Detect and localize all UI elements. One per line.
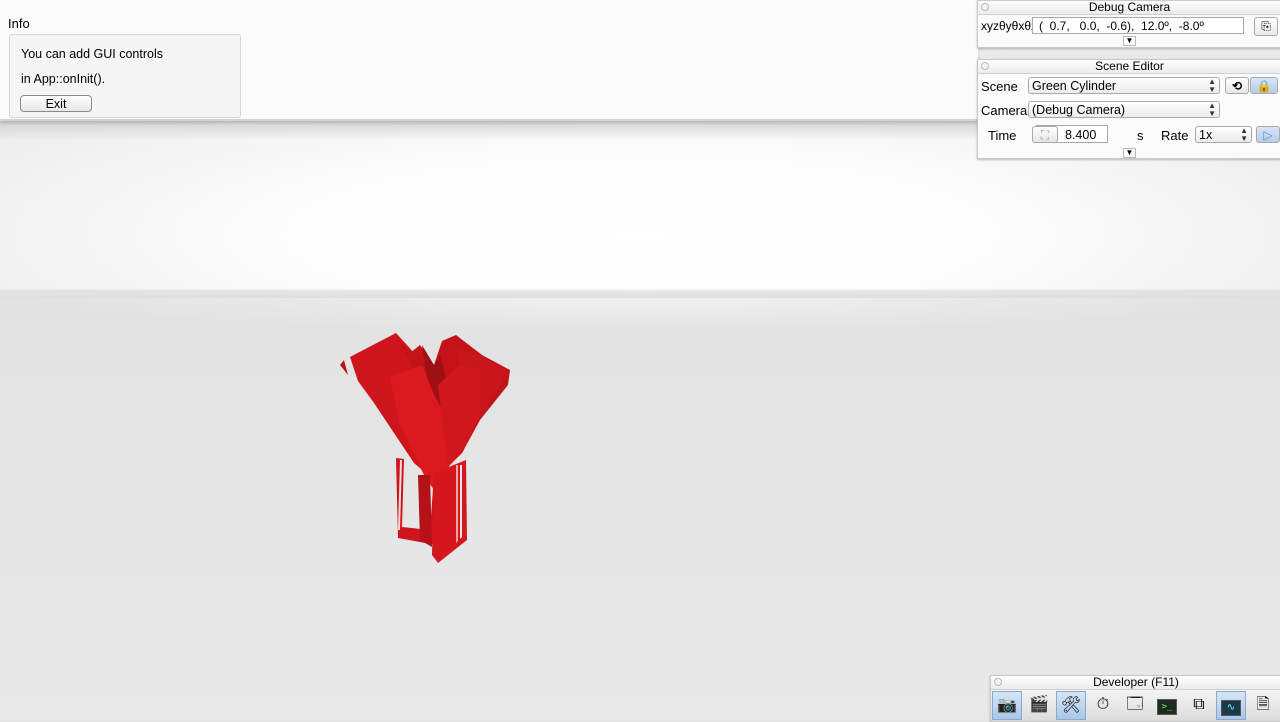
expand-arrow-icon[interactable]: ▼ [1123,148,1136,158]
console-icon: >_ [1157,699,1177,715]
scene-dropdown[interactable]: Green Cylinder ▲ ▼ [1028,77,1220,94]
camera-dropdown[interactable]: (Debug Camera) ▲ ▼ [1028,101,1220,118]
ground-plane [0,290,1280,720]
info-panel: Info You can add GUI controls in App::on… [0,0,978,121]
camera-label: Camera [981,103,1028,118]
wrench-screwdriver-icon: 🛠 [1060,697,1082,714]
scene-value: Green Cylinder [1032,79,1117,93]
link-icon: ⎘ [1261,19,1271,33]
info-text-line-1: You can add GUI controls [21,47,163,61]
document-icon: 🗎 [1256,696,1270,713]
rate-value: 1x [1199,128,1213,142]
info-title: Info [8,16,30,31]
red-cylinder-model [340,333,510,563]
rate-label: Rate [1161,128,1189,143]
play-button[interactable]: ▷ [1256,126,1280,143]
xyz-angle-label: xyzθyθxθz [981,19,1038,33]
dropdown-arrows-icon: ▲ ▼ [1208,101,1216,118]
film-icon: ⛶ [1040,128,1050,142]
lock-scene-button[interactable]: 🔒 [1250,77,1278,94]
play-icon: ▷ [1263,128,1273,142]
developer-panel: Developer (F11) 📷 🎬 🛠 ⏱ 🗔 >_ ⧉ ∿ 🗎 [990,675,1280,722]
dropdown-arrows-icon: ▲ ▼ [1240,126,1248,143]
reload-icon: ⟲ [1231,79,1243,93]
close-icon[interactable] [981,3,989,11]
scene-label: Scene [981,79,1018,94]
profiler-icon: ∿ [1221,700,1241,716]
scene-graph-tool-button[interactable]: ⧉ [1184,691,1214,720]
new-window-tool-button[interactable]: 🗔 [1120,691,1150,720]
info-box: You can add GUI controls in App::onInit(… [9,34,241,118]
dropdown-arrows-icon: ▲ ▼ [1208,77,1216,94]
scene-editor-title: Scene Editor [978,60,1280,74]
movie-tool-button[interactable]: 🎬 [1024,691,1054,720]
scene-editor-tool-button[interactable]: 🛠 [1056,691,1086,720]
lock-icon: 🔒 [1256,79,1272,93]
stopwatch-icon: ⏱ [1096,696,1110,713]
profiler-tool-button[interactable]: ∿ [1216,691,1246,720]
time-step-button[interactable]: ⛶ [1032,126,1058,143]
time-label: Time [988,128,1017,143]
camera-value: (Debug Camera) [1032,103,1126,117]
scene-graph-icon: ⧉ [1193,696,1205,713]
timer-tool-button[interactable]: ⏱ [1088,691,1118,720]
close-icon[interactable] [994,678,1002,686]
expand-arrow-icon[interactable]: ▼ [1123,36,1136,46]
debug-camera-title: Debug Camera [978,1,1280,15]
time-unit: s [1137,128,1144,143]
exit-button[interactable]: Exit [20,95,92,112]
camera-icon: 📷 [997,697,1017,714]
document-tool-button[interactable]: 🗎 [1248,691,1278,720]
scene-editor-panel: Scene Editor Scene Green Cylinder ▲ ▼ ⟲ 🔒… [977,59,1280,159]
horizon-line [0,288,1280,298]
copy-camera-button[interactable]: ⎘ [1254,17,1278,36]
console-tool-button[interactable]: >_ [1152,691,1182,720]
clapperboard-icon: 🎬 [1029,696,1049,713]
developer-toolbar: 📷 🎬 🛠 ⏱ 🗔 >_ ⧉ ∿ 🗎 [991,690,1280,721]
debug-camera-panel: Debug Camera xyzθyθxθz ( 0.7, 0.0, -0.6)… [977,0,1280,48]
camera-position-field[interactable]: ( 0.7, 0.0, -0.6), 12.0º, -8.0º [1032,17,1244,34]
info-text-line-2: in App::onInit(). [21,72,106,86]
reload-scene-button[interactable]: ⟲ [1225,77,1249,94]
close-icon[interactable] [981,62,989,70]
new-window-icon: 🗔 [1126,696,1144,713]
developer-title: Developer (F11) [991,676,1280,690]
camera-tool-button[interactable]: 📷 [992,691,1022,720]
rate-dropdown[interactable]: 1x ▲ ▼ [1195,126,1252,143]
